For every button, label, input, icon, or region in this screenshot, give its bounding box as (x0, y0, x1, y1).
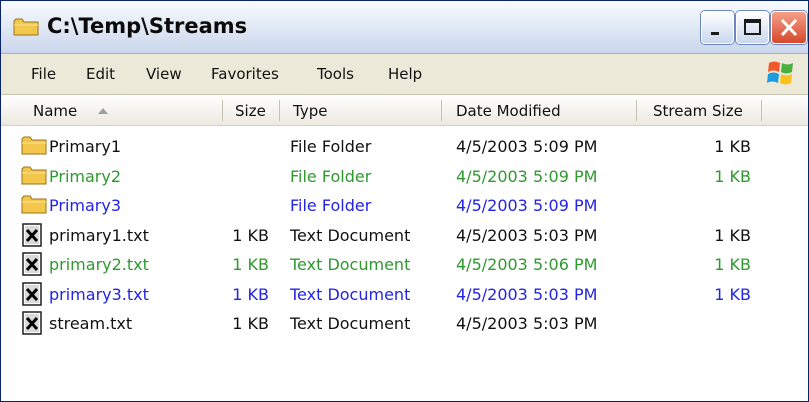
file-stream-size: 1 KB (714, 284, 751, 304)
file-date-modified: 4/5/2003 5:09 PM (456, 196, 598, 215)
close-button[interactable] (771, 11, 807, 44)
file-row[interactable]: primary1.txt 1 KB Text Document 4/5/2003 5:… (1, 220, 808, 250)
file-size: 1 KB (232, 284, 269, 304)
file-row[interactable]: primary3.txt 1 KB Text Document 4/5/2003 5:… (1, 279, 808, 309)
file-stream-size: 1 KB (714, 166, 751, 186)
file-name: primary3.txt (49, 284, 149, 304)
file-type: Text Document (290, 255, 411, 274)
windows-logo-icon (765, 57, 797, 93)
column-header-name[interactable]: Name (33, 102, 77, 120)
maximize-button[interactable] (736, 11, 769, 44)
menu-view[interactable]: View (146, 65, 182, 83)
text-document-icon (21, 222, 43, 251)
menu-bar: File Edit View Favorites Tools Help (1, 54, 808, 95)
window-title: C:\Temp\Streams (47, 14, 248, 38)
text-document-icon (21, 281, 43, 310)
file-row[interactable]: Primary2 File Folder 4/5/2003 5:09 PM 1 KB (1, 161, 808, 191)
title-bar[interactable]: C:\Temp\Streams (1, 1, 808, 54)
file-size: 1 KB (232, 255, 269, 274)
file-name: stream.txt (49, 314, 133, 333)
column-divider[interactable] (636, 100, 637, 121)
menu-favorites[interactable]: Favorites (211, 65, 279, 83)
menu-tools[interactable]: Tools (317, 65, 354, 83)
file-date-modified: 4/5/2003 5:09 PM (456, 166, 598, 186)
sort-ascending-icon (98, 108, 108, 114)
file-name: primary1.txt (49, 225, 149, 245)
folder-icon (21, 134, 47, 160)
file-date-modified: 4/5/2003 5:03 PM (456, 314, 598, 333)
file-row[interactable]: primary2.txt 1 KB Text Document 4/5/2003 5:… (1, 249, 808, 279)
folder-icon (21, 193, 47, 219)
file-size: 1 KB (232, 225, 269, 245)
column-divider[interactable] (441, 100, 442, 121)
file-row[interactable]: Primary1 File Folder 4/5/2003 5:09 PM 1 KB (1, 131, 808, 161)
column-header-date-modified[interactable]: Date Modified (456, 102, 561, 120)
file-type: Text Document (290, 314, 411, 333)
text-document-icon (21, 252, 43, 280)
file-stream-size: 1 KB (714, 255, 751, 274)
minimize-button[interactable] (701, 11, 734, 44)
file-row[interactable]: stream.txt 1 KB Text Document 4/5/2003 5:03… (1, 308, 808, 338)
column-header-bar: Name Size Type Date Modified Stream Size (1, 95, 808, 126)
folder-icon (13, 17, 39, 41)
menu-edit[interactable]: Edit (86, 65, 115, 83)
menu-help[interactable]: Help (388, 65, 422, 83)
file-type: File Folder (290, 196, 372, 215)
file-name: Primary2 (49, 166, 122, 186)
file-name: Primary3 (49, 196, 122, 215)
file-stream-size: 1 KB (714, 225, 751, 245)
file-stream-size: 1 KB (714, 137, 751, 156)
file-type: File Folder (290, 137, 372, 156)
file-type: Text Document (290, 284, 411, 304)
file-row[interactable]: Primary3 File Folder 4/5/2003 5:09 PM (1, 190, 808, 220)
column-divider[interactable] (222, 100, 223, 121)
explorer-window: C:\Temp\Streams File Edit View Favorites… (0, 0, 809, 402)
menu-file[interactable]: File (31, 65, 56, 83)
column-divider[interactable] (761, 100, 762, 121)
text-document-icon (21, 311, 43, 339)
column-header-size[interactable]: Size (235, 102, 266, 120)
file-date-modified: 4/5/2003 5:03 PM (456, 284, 598, 304)
file-date-modified: 4/5/2003 5:09 PM (456, 137, 598, 156)
column-divider[interactable] (279, 100, 280, 121)
file-date-modified: 4/5/2003 5:06 PM (456, 255, 598, 274)
file-date-modified: 4/5/2003 5:03 PM (456, 225, 598, 245)
file-name: primary2.txt (49, 255, 149, 274)
column-header-type[interactable]: Type (293, 102, 327, 120)
column-header-stream-size[interactable]: Stream Size (653, 102, 743, 120)
folder-icon (21, 164, 47, 190)
file-type: Text Document (290, 225, 411, 245)
file-type: File Folder (290, 166, 372, 186)
file-size: 1 KB (232, 314, 269, 333)
file-name: Primary1 (49, 137, 122, 156)
